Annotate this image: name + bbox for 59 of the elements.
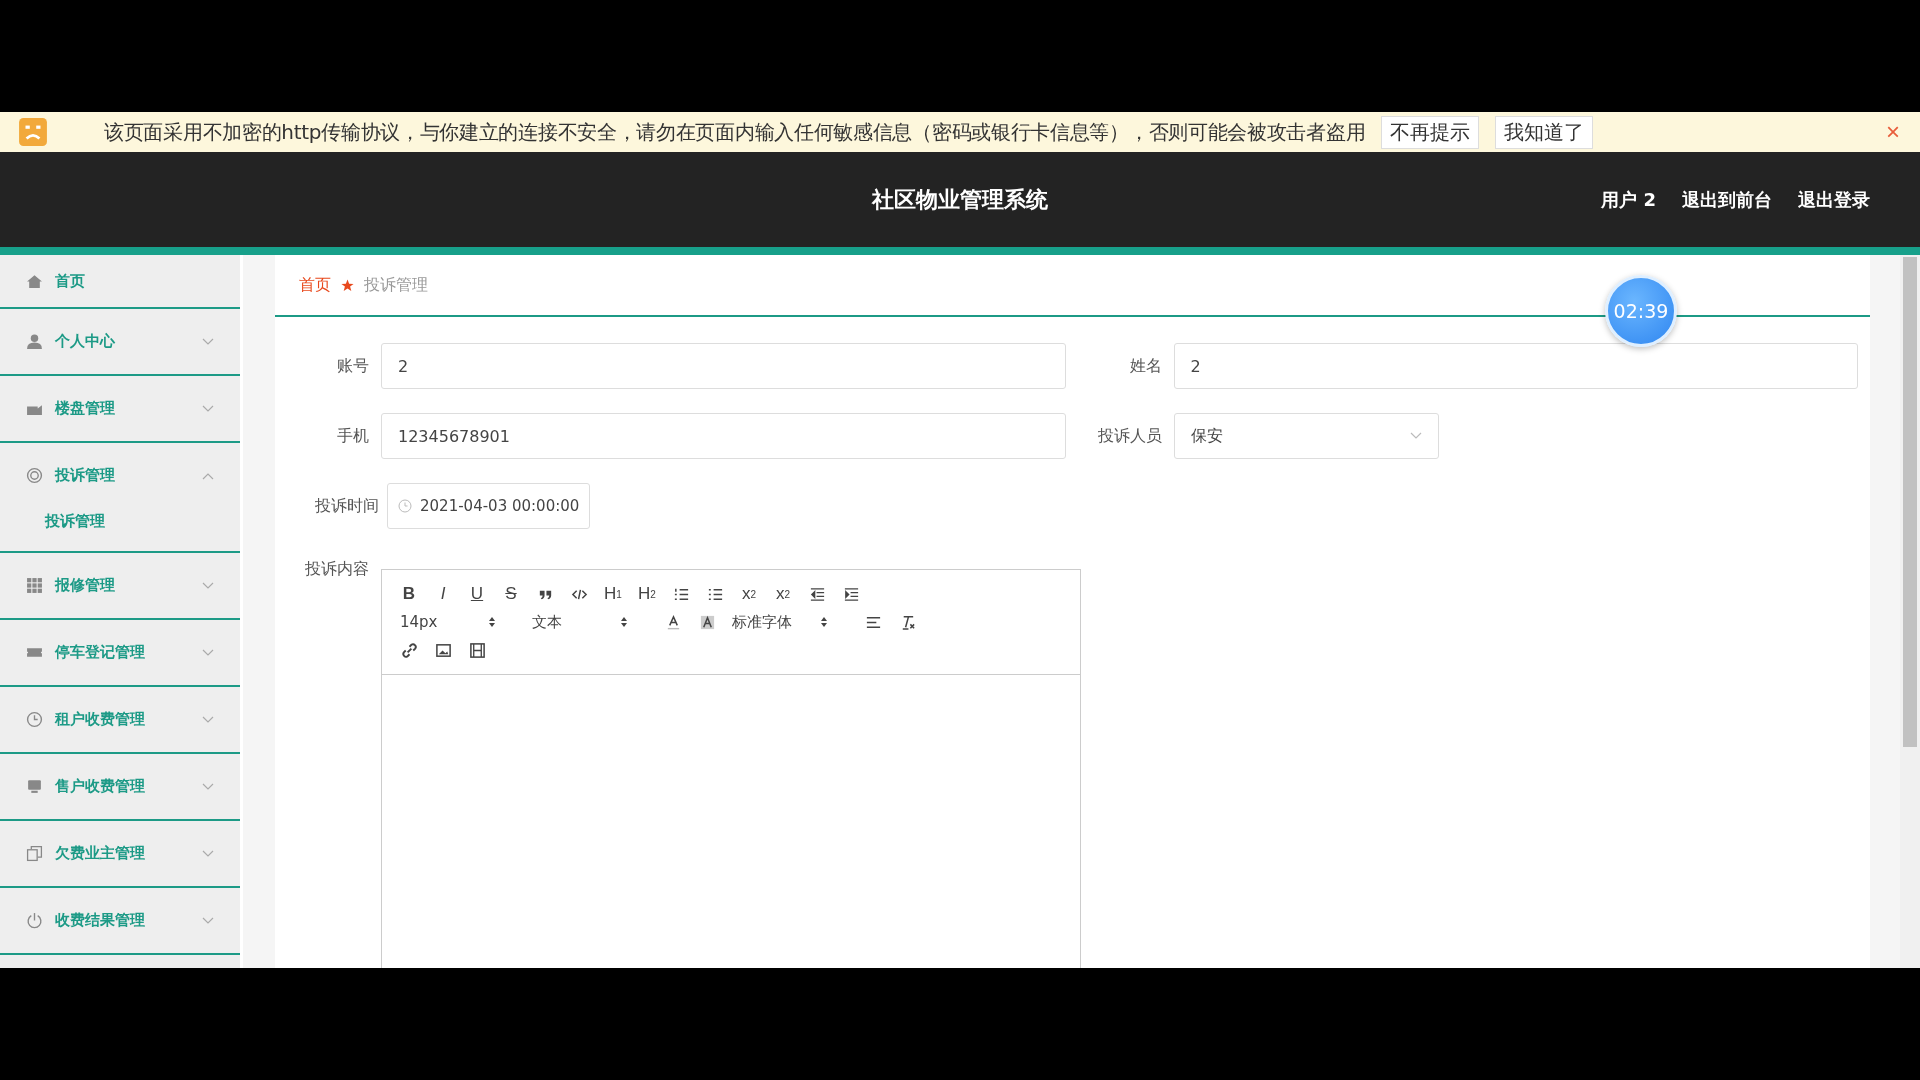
chevron-down-icon: [202, 648, 214, 657]
banner-button[interactable]: 不再提示: [1381, 115, 1480, 149]
person-icon: [26, 333, 43, 350]
copy-icon: [26, 845, 43, 862]
field-label: 投诉时间: [314, 495, 379, 517]
chevron-down-icon: [202, 916, 214, 925]
clock-icon: [398, 499, 412, 513]
home-icon: [26, 272, 43, 290]
image-icon: [434, 641, 452, 659]
grid-icon: [26, 577, 43, 594]
field-label: 姓名: [1128, 355, 1162, 377]
up-down-icon: [620, 616, 628, 628]
banner-button[interactable]: 我知道了: [1495, 115, 1594, 149]
banner-message: 该页面采用不加密的http传输协议，与你建立的连接不安全，请勿在页面内输入任何敏感信息（密码或银行卡信息等），否则可能会被攻击者盗用: [104, 118, 1366, 146]
chevron-down-icon: [1409, 432, 1422, 440]
chevron-down-icon: [202, 715, 214, 724]
header-link[interactable]: 退出登录: [1798, 187, 1870, 212]
header-link[interactable]: 用户 2: [1601, 187, 1656, 212]
background-color-icon: [698, 613, 716, 631]
indent-icon: [842, 585, 860, 603]
field-label: 手机: [336, 425, 369, 447]
ring-icon: [26, 467, 43, 484]
timer-badge: 02:39: [1605, 275, 1677, 347]
chevron-down-icon: [202, 404, 214, 413]
breadcrumb-current: 投诉管理: [364, 274, 428, 296]
text-field[interactable]: 12345678901: [381, 413, 1066, 459]
select-field[interactable]: 保安: [1173, 413, 1439, 459]
chevron-down-icon: [202, 581, 214, 590]
field-label: 投诉人员: [1096, 425, 1162, 447]
breadcrumb-link[interactable]: 首页: [299, 274, 331, 296]
format-button[interactable]: B: [396, 582, 422, 606]
chevron-down-icon: [202, 849, 214, 858]
outdent-icon: [808, 585, 826, 603]
date-field[interactable]: 2021-04-03 00:00:00: [387, 483, 591, 529]
format-picker[interactable]: 14px: [396, 613, 500, 631]
app-title: 社区物业管理系统: [872, 185, 1048, 214]
chevron-down-icon: [202, 337, 214, 346]
clock-icon: [26, 711, 43, 728]
format-button[interactable]: S: [498, 582, 524, 606]
text-field[interactable]: 2: [1173, 343, 1858, 389]
video-icon: [468, 641, 486, 659]
format-picker[interactable]: 标准字体: [728, 612, 832, 632]
chevron-up-icon: [202, 471, 214, 480]
format-button[interactable]: I: [430, 582, 456, 606]
link-icon: [400, 641, 418, 659]
monitor-icon: [26, 778, 43, 795]
scrollbar[interactable]: [1900, 255, 1920, 968]
text-field[interactable]: 2: [381, 343, 1066, 389]
format-picker[interactable]: 文本: [528, 612, 632, 632]
field-label: 账号: [336, 355, 369, 377]
chevron-down-icon: [202, 782, 214, 791]
header-link[interactable]: 退出到前台: [1682, 187, 1772, 212]
warning-face-icon: [18, 117, 48, 147]
star-icon: [341, 278, 354, 292]
power-icon: [26, 912, 43, 929]
field-label: 投诉内容: [304, 559, 369, 580]
up-down-icon: [820, 616, 828, 628]
up-down-icon: [488, 616, 496, 628]
format-button[interactable]: U: [464, 582, 490, 606]
